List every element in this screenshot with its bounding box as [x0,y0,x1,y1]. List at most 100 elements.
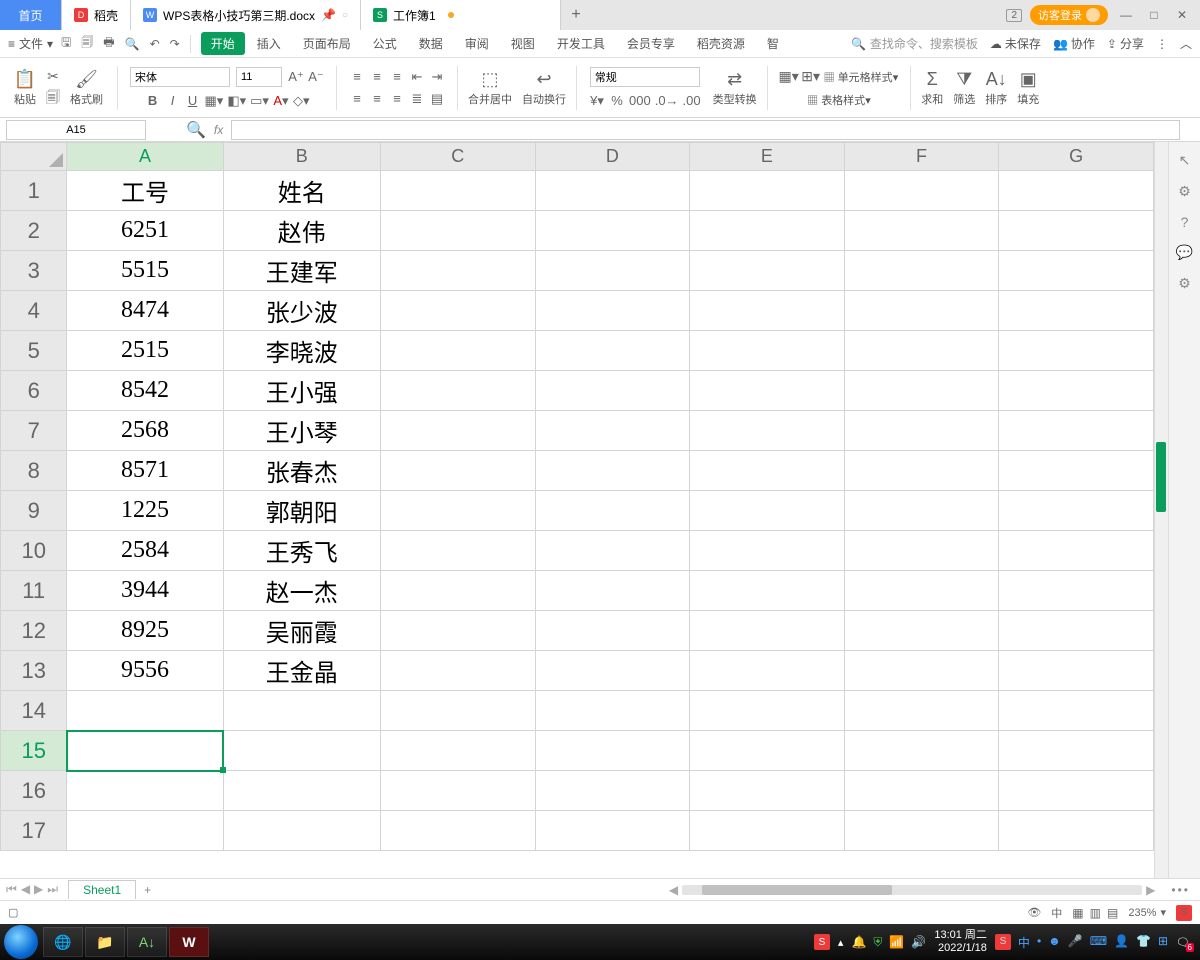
cell-E4[interactable] [690,291,845,331]
cell-E15[interactable] [690,731,845,771]
align-bottom-icon[interactable]: ≡ [389,69,405,84]
sheet-tab[interactable]: Sheet1 [68,880,136,899]
col-header-E[interactable]: E [690,143,845,171]
cell-G6[interactable] [999,371,1154,411]
row-header-15[interactable]: 15 [1,731,67,771]
hscroll-right-icon[interactable]: ▶ [1146,883,1155,897]
tray-shirt-icon[interactable]: 👕 [1136,934,1151,951]
window-count-badge[interactable]: 2 [1006,9,1022,22]
task-browser[interactable]: 🌐 [43,927,83,957]
cell-B13[interactable]: 王金晶 [223,651,380,691]
cell-D8[interactable] [535,451,690,491]
cell-C9[interactable] [380,491,535,531]
cell-B3[interactable]: 王建军 [223,251,380,291]
currency-icon[interactable]: ¥▾ [589,93,605,109]
tab-docker[interactable]: D 稻壳 [62,0,131,30]
row-header-1[interactable]: 1 [1,171,67,211]
scroll-thumb[interactable] [1156,442,1166,512]
search-input[interactable]: 🔍 查找命令、搜索模板 [851,35,978,52]
cell-D4[interactable] [535,291,690,331]
task-app[interactable]: A↓ [127,927,167,957]
cell-D16[interactable] [535,771,690,811]
cell-D6[interactable] [535,371,690,411]
ime-indicator-icon[interactable]: S [995,934,1011,950]
tray-mic-icon[interactable]: 🎤 [1068,934,1083,951]
cell-G11[interactable] [999,571,1154,611]
cell-A12[interactable]: 8925 [67,611,223,651]
cell-F4[interactable] [844,291,999,331]
comma-icon[interactable]: 000 [629,93,651,108]
tray-user-icon[interactable]: 👤 [1114,934,1129,951]
cell-B16[interactable] [223,771,380,811]
cell-E10[interactable] [690,531,845,571]
cell-B4[interactable]: 张少波 [223,291,380,331]
underline-button[interactable]: U [185,93,201,108]
align-center-icon[interactable]: ≡ [369,91,385,106]
cell-F11[interactable] [844,571,999,611]
minimize-button[interactable]: — [1116,8,1136,22]
tray-expand-icon[interactable]: ▴ [838,936,844,949]
cell-B12[interactable]: 吴丽霞 [223,611,380,651]
ribbon-tab-insert[interactable]: 插入 [247,32,291,55]
cell-B1[interactable]: 姓名 [223,171,380,211]
cell-G8[interactable] [999,451,1154,491]
cell-F9[interactable] [844,491,999,531]
cursor-icon[interactable]: ↖ [1179,152,1191,169]
cell-G15[interactable] [999,731,1154,771]
row-header-3[interactable]: 3 [1,251,67,291]
fill-button[interactable]: ▣ 填充 [1015,66,1041,109]
tab-doc[interactable]: W WPS表格小技巧第三期.docx 📌 ○ [131,0,361,30]
shield-icon[interactable]: ⛨ [873,935,882,950]
cell-G7[interactable] [999,411,1154,451]
cell-C14[interactable] [380,691,535,731]
table-style-button[interactable]: ▦ 表格样式▾ [807,92,871,108]
cell-F12[interactable] [844,611,999,651]
cell-G4[interactable] [999,291,1154,331]
tray-dot-icon[interactable]: • [1037,934,1041,951]
cell-A3[interactable]: 5515 [67,251,223,291]
cell-A17[interactable] [67,811,223,851]
cell-F8[interactable] [844,451,999,491]
row-header-6[interactable]: 6 [1,371,67,411]
ribbon-tab-data[interactable]: 数据 [409,32,453,55]
cell-style-button[interactable]: ▦ 单元格样式▾ [824,69,899,85]
cell-C10[interactable] [380,531,535,571]
sort-button[interactable]: A↓ 排序 [983,66,1009,109]
cell-D10[interactable] [535,531,690,571]
cell-B14[interactable] [223,691,380,731]
decimal-dec-icon[interactable]: .00 [683,93,701,108]
page-view-icon[interactable]: ▥ [1090,906,1101,920]
cell-B15[interactable] [223,731,380,771]
redo-icon[interactable]: ↷ [170,37,180,51]
cell-C2[interactable] [380,211,535,251]
cell-A11[interactable]: 3944 [67,571,223,611]
close-button[interactable]: ✕ [1172,8,1192,22]
row-header-16[interactable]: 16 [1,771,67,811]
row-header-8[interactable]: 8 [1,451,67,491]
number-format-select[interactable] [590,67,700,87]
prev-sheet-icon[interactable]: ◀ [21,882,30,897]
hscroll-left-icon[interactable]: ◀ [669,883,678,897]
row-header-4[interactable]: 4 [1,291,67,331]
cell-A4[interactable]: 8474 [67,291,223,331]
align-top-icon[interactable]: ≡ [349,69,365,84]
cell-D17[interactable] [535,811,690,851]
cell-B10[interactable]: 王秀飞 [223,531,380,571]
cell-F15[interactable] [844,731,999,771]
type-convert-button[interactable]: ⇄ 类型转换 [711,66,759,109]
cell-D2[interactable] [535,211,690,251]
grid[interactable]: ABCDEFG1工号姓名26251赵伟35515王建军48474张少波52515… [0,142,1154,878]
file-menu[interactable]: ≡ 文件 ▾ [8,35,53,52]
cell-A16[interactable] [67,771,223,811]
cell-F2[interactable] [844,211,999,251]
percent-icon[interactable]: % [609,93,625,108]
cell-F5[interactable] [844,331,999,371]
ribbon-tab-dev[interactable]: 开发工具 [547,32,615,55]
collab-button[interactable]: 👥 协作 [1053,35,1095,52]
print-preview-icon[interactable]: 🔍 [125,37,140,51]
cell-E3[interactable] [690,251,845,291]
more-options-icon[interactable]: ••• [1161,883,1200,897]
cell-A14[interactable] [67,691,223,731]
eye-icon[interactable]: 👁 [1027,906,1041,919]
cell-E9[interactable] [690,491,845,531]
